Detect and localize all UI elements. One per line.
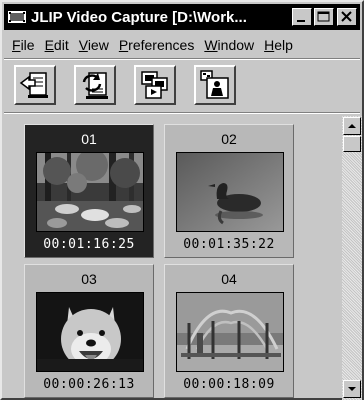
close-icon: [341, 11, 352, 22]
import-button[interactable]: [14, 65, 56, 105]
thumbnail-timecode: 00:01:35:22: [183, 237, 275, 252]
app-window: JLIP Video Capture [D:\Work... File Edit…: [0, 0, 364, 400]
menu-edit-mnemonic: E: [44, 37, 54, 53]
thumbnail-image-playground: [176, 292, 284, 372]
thumbnail-number: 03: [81, 271, 97, 287]
toolbar-divider-bottom: [4, 112, 360, 114]
close-button[interactable]: [337, 8, 357, 26]
menu-file-label: ile: [20, 37, 35, 53]
scroll-down-button[interactable]: [343, 380, 361, 398]
minimize-button[interactable]: [292, 8, 312, 26]
thumbnail-02[interactable]: 02 00:01:35:22: [164, 124, 294, 258]
menu-window-mnemonic: W: [204, 37, 218, 53]
scroll-thumb[interactable]: [343, 136, 361, 152]
thumbnail-image-duck-on-water: [176, 152, 284, 232]
thumbnail-grid: 01 00:01:16:25 02 00:01:35:22 03 00:00:2…: [18, 120, 364, 400]
maximize-icon: [317, 11, 330, 22]
window-title: JLIP Video Capture [D:\Work...: [31, 8, 247, 26]
thumbnail-timecode: 00:01:16:25: [43, 237, 135, 252]
thumbnail-timecode: 00:00:18:09: [183, 377, 275, 392]
menu-view[interactable]: View: [79, 37, 109, 53]
title-bar[interactable]: JLIP Video Capture [D:\Work...: [4, 4, 360, 30]
scroll-up-button[interactable]: [343, 117, 361, 135]
toolbar: [4, 60, 360, 110]
menu-window[interactable]: Window: [204, 37, 254, 53]
video-clips-button[interactable]: [134, 65, 176, 105]
thumbnail-timecode: 00:00:26:13: [43, 377, 135, 392]
person-frame-icon: [200, 70, 229, 99]
import-arrow-icon: [19, 72, 48, 98]
thumbnail-image-forest-stream: [36, 152, 144, 232]
menu-help-label: elp: [274, 37, 293, 53]
vertical-scrollbar[interactable]: [342, 116, 362, 400]
thumbnail-image-dog: [36, 292, 144, 372]
menu-bar: File Edit View Preferences Window Help: [4, 34, 360, 56]
menu-preferences-label: references: [128, 37, 195, 53]
thumbnail-number: 01: [81, 131, 97, 147]
menu-edit[interactable]: Edit: [45, 37, 69, 53]
menu-help-mnemonic: H: [264, 37, 275, 53]
menu-edit-label: dit: [53, 37, 69, 53]
thumbnail-number: 04: [221, 271, 237, 287]
arrow-up-icon: [348, 124, 356, 128]
minimize-icon: [297, 20, 305, 22]
menu-file[interactable]: File: [12, 37, 35, 53]
arrow-down-icon: [348, 387, 356, 391]
menu-preferences[interactable]: Preferences: [119, 37, 195, 53]
video-clips-icon: [141, 71, 168, 99]
refresh-document-icon: [82, 72, 108, 99]
menu-preferences-mnemonic: P: [118, 37, 129, 53]
thumbnail-03[interactable]: 03 00:00:26:13: [24, 264, 154, 398]
menu-view-label: iew: [87, 37, 109, 53]
thumbnail-04[interactable]: 04 00:00:18:09: [164, 264, 294, 398]
menu-window-label: indow: [217, 37, 255, 53]
thumbnail-number: 02: [221, 131, 237, 147]
menu-help[interactable]: Help: [264, 37, 293, 53]
thumbnail-01[interactable]: 01 00:01:16:25: [24, 124, 154, 258]
app-film-icon: [7, 8, 27, 26]
refresh-button[interactable]: [74, 65, 116, 105]
person-frame-button[interactable]: [194, 65, 236, 105]
menu-file-mnemonic: F: [12, 37, 21, 53]
maximize-button[interactable]: [314, 8, 334, 26]
menu-view-mnemonic: V: [78, 37, 88, 53]
